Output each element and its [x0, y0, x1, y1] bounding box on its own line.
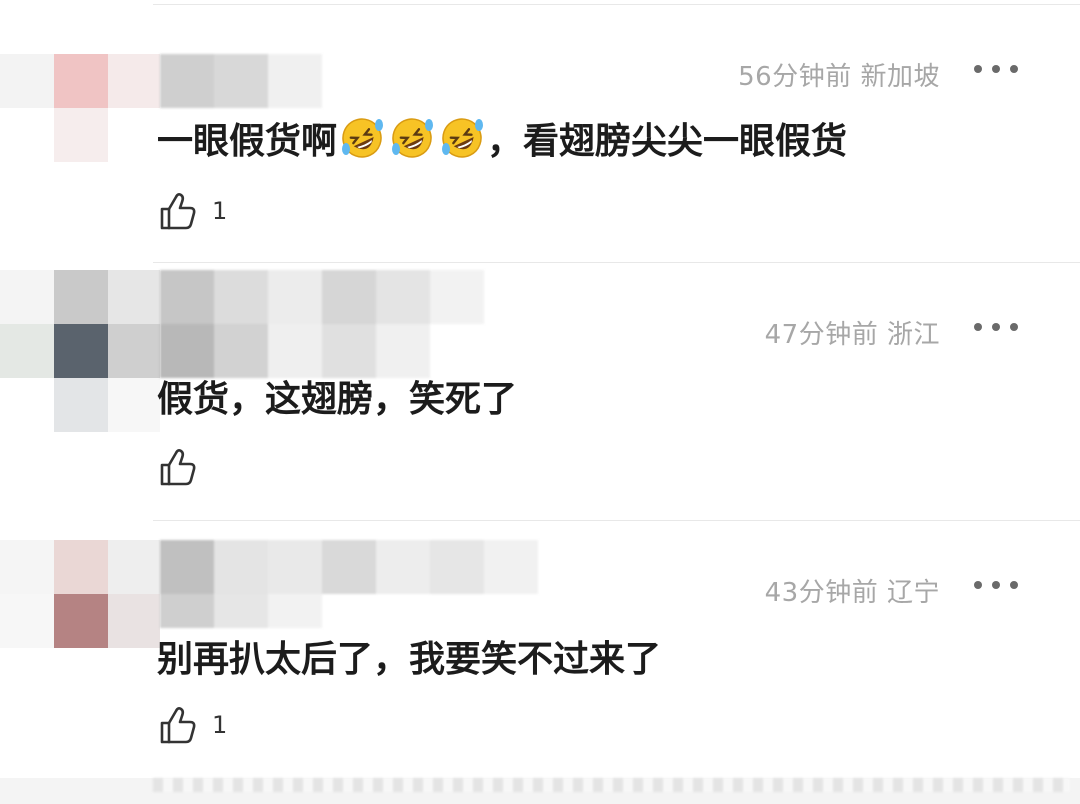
more-icon [974, 323, 982, 331]
comment-meta: 56分钟前 新加坡 [738, 56, 940, 93]
thumbs-up-icon [160, 193, 196, 230]
comment-location: 新加坡 [860, 62, 940, 92]
comment-item: 43分钟前 辽宁 别再扒太后了，我要笑不过来了 1 [0, 520, 1080, 778]
comment-text: 假货，这翅膀，笑死了 [157, 379, 518, 420]
comment-item: 47分钟前 浙江 假货，这翅膀，笑死了 [0, 262, 1080, 520]
comment-time: 56分钟前 [738, 62, 852, 92]
avatar[interactable] [0, 540, 160, 648]
more-icon [974, 65, 982, 73]
comment-location: 辽宁 [886, 578, 940, 608]
comment-text-part: ，看翅膀尖尖一眼假货 [487, 121, 848, 162]
comment-text: 别再扒太后了，我要笑不过来了 [157, 639, 662, 680]
avatar[interactable] [0, 270, 160, 432]
comment-meta: 43分钟前 辽宁 [765, 572, 940, 609]
comment-time: 43分钟前 [764, 578, 879, 608]
thumbs-up-icon [160, 707, 196, 744]
like-button[interactable] [158, 446, 212, 488]
like-button[interactable]: 1 [158, 704, 227, 746]
comment-text: 一眼假货啊 ，看翅膀尖尖一眼假货 [157, 112, 847, 164]
avatar[interactable] [0, 54, 160, 162]
like-button[interactable]: 1 [158, 190, 227, 232]
next-comment-preview [153, 778, 1070, 792]
comment-item: 56分钟前 新加坡 一眼假货啊 ，看翅膀尖尖一眼假货 1 [0, 4, 1080, 262]
username-redacted[interactable] [160, 54, 350, 108]
comment-text-part: 一眼假货啊 [157, 121, 338, 162]
more-icon [974, 581, 982, 589]
rolling-on-floor-laughing-icon [342, 118, 384, 158]
rolling-on-floor-laughing-icon [442, 118, 484, 158]
comment-time: 47分钟前 [764, 320, 879, 350]
username-redacted[interactable] [160, 270, 508, 378]
more-button[interactable] [974, 54, 1018, 84]
comment-location: 浙江 [886, 320, 940, 350]
username-redacted[interactable] [160, 540, 538, 628]
more-button[interactable] [974, 570, 1018, 600]
thumbs-up-icon [160, 449, 196, 486]
like-count: 1 [212, 197, 228, 225]
comment-meta: 47分钟前 浙江 [765, 314, 940, 351]
rolling-on-floor-laughing-icon [392, 118, 434, 158]
like-count: 1 [212, 711, 228, 739]
more-button[interactable] [974, 312, 1018, 342]
